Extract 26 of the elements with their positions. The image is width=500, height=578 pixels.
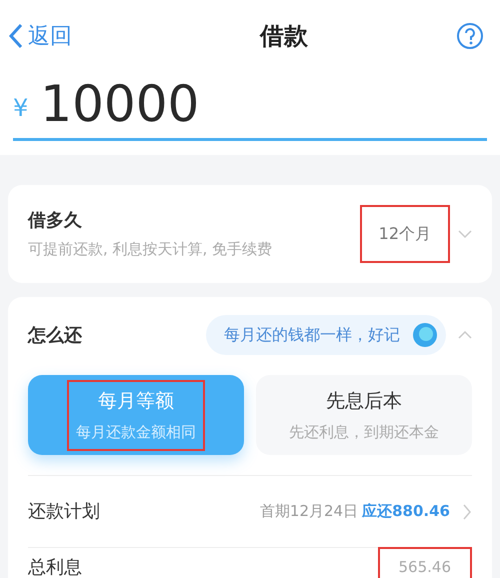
amount-field[interactable]: ¥ 10000 (13, 72, 487, 141)
amount-value: 10000 (40, 74, 200, 135)
option-title: 先息后本 (326, 388, 402, 414)
option-title: 每月等额 (98, 388, 174, 414)
chevron-right-icon[interactable] (462, 504, 472, 520)
interest-value: 565.46 (398, 557, 452, 578)
term-value: 12个月 (378, 223, 432, 245)
tip-text: 每月还的钱都一样，好记 (224, 324, 400, 346)
term-card[interactable]: 借多久 可提前还款, 利息按天计算, 免手续费 12个月 (8, 185, 492, 283)
repay-option[interactable]: 先息后本 先还利息，到期还本金 (256, 375, 472, 455)
bubble-icon (412, 322, 438, 348)
option-subtitle: 先还利息，到期还本金 (289, 422, 439, 443)
option-subtitle: 每月还款金额相同 (76, 422, 196, 443)
plan-label: 还款计划 (28, 500, 100, 524)
currency-symbol: ¥ (13, 93, 28, 124)
help-icon[interactable] (456, 22, 484, 50)
term-label: 借多久 (28, 209, 83, 234)
plan-due-amount: 应还880.46 (362, 501, 450, 522)
chevron-up-icon[interactable] (458, 330, 472, 340)
back-chevron-icon (8, 23, 24, 49)
page-title: 借款 (260, 21, 308, 52)
term-hint: 可提前还款, 利息按天计算, 免手续费 (28, 239, 272, 260)
interest-label: 总利息 (28, 556, 82, 578)
plan-first-date: 首期12月24日 (260, 501, 358, 522)
repay-label: 怎么还 (28, 324, 82, 348)
chevron-down-icon (458, 229, 472, 239)
